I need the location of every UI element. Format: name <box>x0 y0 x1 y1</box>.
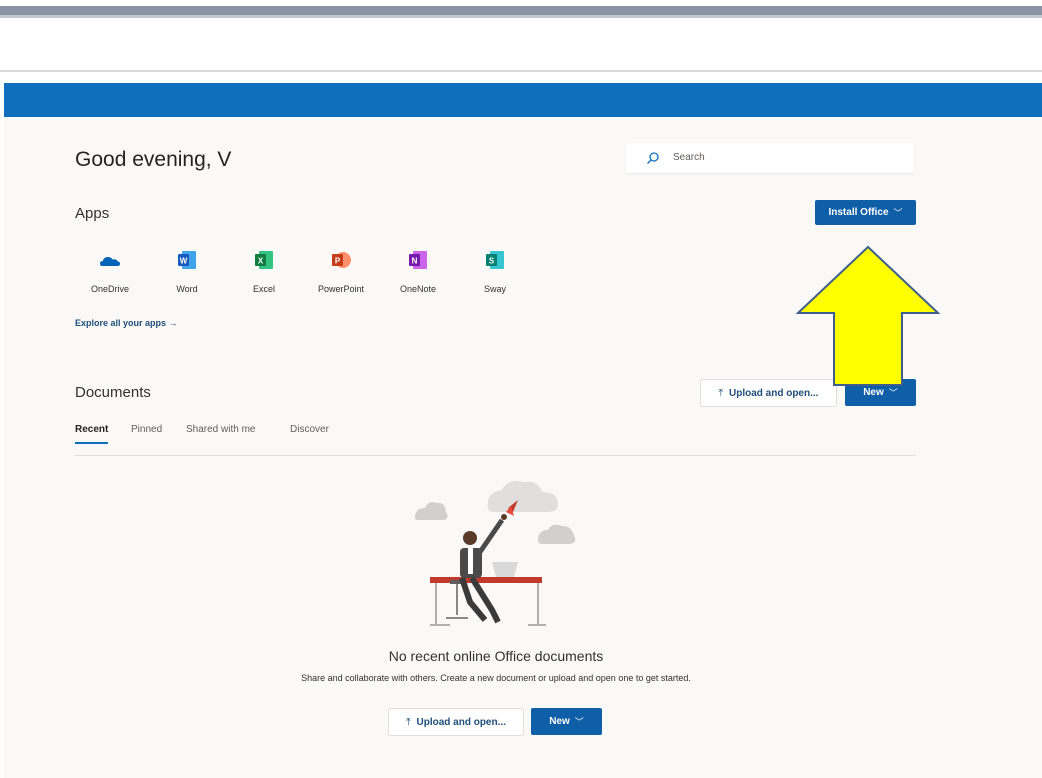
search-placeholder: Search <box>673 152 705 163</box>
browser-tab-strip <box>0 0 1042 20</box>
onedrive-icon <box>100 257 121 266</box>
excel-icon: X <box>255 251 273 269</box>
sway-icon: S <box>486 251 504 269</box>
onenote-icon: N <box>409 251 427 269</box>
svg-text:X: X <box>258 257 264 266</box>
upload-icon: ⤒ <box>406 716 411 728</box>
svg-text:N: N <box>412 257 418 266</box>
browser-tab-border <box>0 15 1042 18</box>
tab-pinned[interactable]: Pinned <box>131 424 162 435</box>
office-suite-bar <box>4 83 1042 117</box>
app-label: Excel <box>252 284 275 294</box>
chevron-down-icon: ﹀ <box>888 388 898 398</box>
app-label: OneNote <box>399 284 437 294</box>
explore-apps-link[interactable]: Explore all your apps → <box>75 318 178 328</box>
svg-text:S: S <box>489 257 495 266</box>
empty-new-document-button[interactable]: New ﹀ <box>531 708 602 735</box>
upload-icon: ⤒ <box>718 387 723 399</box>
powerpoint-icon: P <box>332 252 351 268</box>
word-icon: W <box>178 251 196 269</box>
tab-recent[interactable]: Recent <box>75 424 109 444</box>
app-label: Word <box>176 284 198 294</box>
install-office-label: Install Office <box>828 207 889 218</box>
install-office-button[interactable]: Install Office ﹀ <box>815 200 916 225</box>
tab-discover[interactable]: Discover <box>290 424 329 435</box>
app-powerpoint[interactable]: P PowerPoint <box>306 246 376 302</box>
app-label: OneDrive <box>90 284 129 294</box>
app-label: Sway <box>483 284 506 294</box>
svg-text:P: P <box>335 257 341 266</box>
toolbar-divider <box>0 70 1042 72</box>
greeting-title: Good evening, V <box>75 148 232 171</box>
chevron-down-icon: ﹀ <box>574 717 584 727</box>
documents-section-title: Documents <box>75 384 151 401</box>
browser-toolbar <box>0 20 1042 72</box>
chevron-down-icon: ﹀ <box>893 208 903 218</box>
tabs-divider <box>75 455 916 456</box>
empty-upload-and-open-button[interactable]: ⤒ Upload and open... <box>388 708 524 736</box>
empty-state-illustration-icon <box>415 481 576 626</box>
new-label: New <box>863 387 884 398</box>
app-onenote[interactable]: N OneNote <box>383 246 453 302</box>
tab-shared-with-me[interactable]: Shared with me <box>186 424 255 435</box>
app-onedrive[interactable]: OneDrive <box>75 246 145 302</box>
empty-state-title: No recent online Office documents <box>388 648 604 664</box>
svg-text:W: W <box>180 257 188 266</box>
apps-section-title: Apps <box>75 205 110 222</box>
app-label: PowerPoint <box>317 284 365 294</box>
yellow-arrow-up-icon <box>796 245 940 386</box>
empty-upload-label: Upload and open... <box>416 716 506 728</box>
upload-label: Upload and open... <box>728 387 819 399</box>
app-sway[interactable]: S Sway <box>460 246 530 302</box>
empty-state-description: Share and collaborate with others. Creat… <box>301 673 691 683</box>
app-excel[interactable]: X Excel <box>229 246 299 302</box>
empty-new-label: New <box>549 716 570 727</box>
search-icon <box>647 152 659 164</box>
browser-tab-bar <box>0 6 1042 15</box>
app-word[interactable]: W Word <box>152 246 222 302</box>
search-box[interactable]: Search <box>626 143 914 173</box>
